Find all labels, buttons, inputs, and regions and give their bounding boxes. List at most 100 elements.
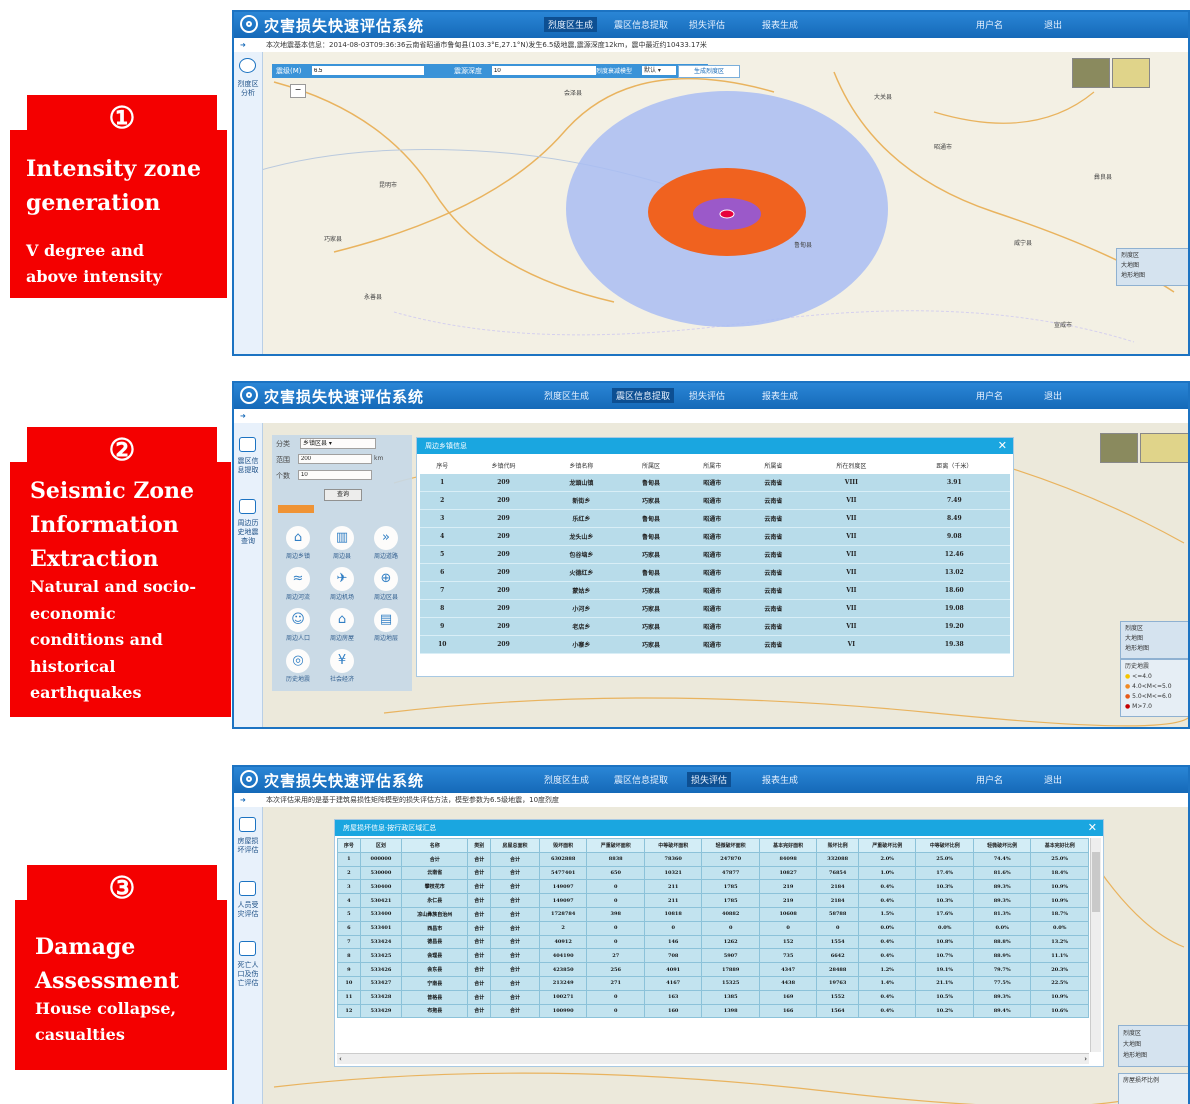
nav-zone-info-2[interactable]: 震区信息提取 (612, 388, 675, 403)
table-row[interactable]: 10 209 小寨乡 巧家县 昭通市 云南省 VI 19.38 (420, 635, 1010, 654)
person-icon[interactable] (239, 881, 256, 896)
damage-row[interactable]: 1 000000 合计 合计 合计 6302888 8838 78360 247870 84098… (337, 851, 1089, 867)
count-input[interactable] (298, 470, 372, 480)
facility-tile[interactable]: ◎ 历史地震 (277, 647, 319, 687)
satellite-thumbnail[interactable] (1072, 58, 1110, 88)
nav-loss-2[interactable]: 损失评估 (689, 389, 725, 402)
vertical-scrollbar[interactable] (1090, 838, 1101, 1052)
legend-item-1[interactable]: 烈度区 (1121, 251, 1187, 261)
history-quake-icon[interactable] (239, 499, 256, 514)
depth-input[interactable] (492, 66, 596, 75)
layer-legend-3: 烈度区 大地图 地形地图 (1118, 1025, 1188, 1067)
legend3-item-1[interactable]: 烈度区 (1123, 1028, 1187, 1039)
table-row[interactable]: 2 209 新街乡 巧家县 昭通市 云南省 VII 7.49 (420, 491, 1010, 510)
nav-report-3[interactable]: 报表生成 (762, 773, 798, 786)
close-icon[interactable]: ✕ (998, 438, 1007, 454)
query-button[interactable]: 查询 (324, 489, 362, 501)
table-row[interactable]: 7 209 蒙姑乡 巧家县 昭通市 云南省 VII 18.60 (420, 581, 1010, 600)
map-thumbnail[interactable] (1112, 58, 1150, 88)
side-label-death[interactable]: 死亡人口及伤亡评估 (236, 961, 260, 988)
legend2-item-3[interactable]: 地形地图 (1125, 644, 1187, 654)
model-select[interactable]: 默认 ▾ (642, 66, 676, 75)
nav-loss[interactable]: 损失评估 (689, 18, 725, 31)
side-label-history[interactable]: 周边历史地震查询 (236, 519, 260, 546)
facility-tile[interactable]: » 周边道路 (365, 524, 407, 564)
damage-row[interactable]: 6 533401 西昌市 合计 合计 2 0 0 0 0 0 0.0% 0.0% 0.0% 0.0% (337, 920, 1089, 936)
facility-tile[interactable]: ⊕ 周边区县 (365, 565, 407, 605)
nav-zone-info[interactable]: 震区信息提取 (614, 18, 668, 31)
intensity-analysis-icon[interactable] (239, 58, 256, 73)
facility-tile[interactable]: ¥ 社会经济 (321, 647, 363, 687)
damage-row[interactable]: 10 533427 宁南县 合计 合计 213249 271 4167 15325 4438 197… (337, 975, 1089, 991)
nav-logout-3[interactable]: 退出 (1044, 773, 1062, 786)
close-icon[interactable]: ✕ (1088, 820, 1097, 836)
table-row[interactable]: 3 209 乐红乡 鲁甸县 昭通市 云南省 VII 8.49 (420, 509, 1010, 528)
legend2-item-1[interactable]: 烈度区 (1125, 624, 1187, 634)
scrollbar-thumb[interactable] (1092, 852, 1100, 912)
house-damage-icon[interactable] (239, 817, 256, 832)
legend3-item-2[interactable]: 大地图 (1123, 1039, 1187, 1050)
table-row[interactable]: 5 209 包谷垴乡 巧家县 昭通市 云南省 VII 12.46 (420, 545, 1010, 564)
side-label-house[interactable]: 房屋损坏评估 (236, 837, 260, 855)
nav-report[interactable]: 报表生成 (762, 18, 798, 31)
nav-logout-2[interactable]: 退出 (1044, 389, 1062, 402)
damage-cell: 13.2% (1030, 934, 1089, 950)
table-row[interactable]: 1 209 龙頭山镇 鲁甸县 昭通市 云南省 VIII 3.91 (420, 474, 1010, 492)
legend3-item-3[interactable]: 地形地图 (1123, 1050, 1187, 1061)
table-row[interactable]: 8 209 小河乡 巧家县 昭通市 云南省 VII 19.08 (420, 599, 1010, 618)
facility-tile[interactable]: ⌂ 周边乡镇 (277, 524, 319, 564)
table-row[interactable]: 6 209 火德红乡 鲁甸县 昭通市 云南省 VII 13.02 (420, 563, 1010, 582)
damage-cell: 1785 (701, 893, 760, 908)
facility-tile[interactable]: ▤ 周边地层 (365, 606, 407, 646)
nav-intensity[interactable]: 烈度区生成 (544, 17, 598, 32)
nav-user-3[interactable]: 用户名 (976, 773, 1003, 786)
side-label-people[interactable]: 人员受灾评估 (236, 901, 260, 919)
table-row[interactable]: 9 209 老店乡 巧家县 昭通市 云南省 VII 19.20 (420, 617, 1010, 636)
legend-item-3[interactable]: 地形地图 (1121, 271, 1187, 281)
generate-button[interactable]: 生成烈度区 (678, 65, 740, 78)
damage-table-scroll[interactable]: 序号 区划 名称 类别 房屋总面积 毁坏面积 严重破坏面积 中等破坏面积 轻微破坏面积 基本完好面… (337, 838, 1089, 1052)
nav-user-2[interactable]: 用户名 (976, 389, 1003, 402)
side-label-intensity[interactable]: 烈度区分析 (236, 80, 260, 98)
damage-row[interactable]: 8 533425 会理县 合计 合计 404190 27 708 5907 735 6642 0.4%… (337, 948, 1089, 964)
table-row[interactable]: 4 209 龙头山乡 鲁甸县 昭通市 云南省 VII 9.08 (420, 527, 1010, 546)
damage-cell: 1262 (701, 934, 760, 950)
magnitude-input[interactable] (312, 66, 424, 75)
facility-tile[interactable]: ≈ 周边河流 (277, 565, 319, 605)
map-thumbnail-2[interactable] (1140, 433, 1188, 463)
map-label-5: 威宁县 (1014, 240, 1033, 247)
damage-row[interactable]: 9 533426 会东县 合计 合计 423850 256 4091 17889 4347 2848… (337, 962, 1089, 977)
horizontal-scrollbar[interactable]: ‹ › (337, 1053, 1089, 1064)
type-select[interactable]: 乡镇区县 ▾ (300, 438, 376, 449)
damage-row[interactable]: 3 530400 攀枝花市 合计 合计 149097 0 211 1785 219 2184 0.4%… (337, 879, 1089, 895)
intensity-zones (566, 91, 888, 327)
facility-tile[interactable]: ✈ 周边机场 (321, 565, 363, 605)
zoom-out-button[interactable]: − (290, 84, 306, 98)
nav-logout[interactable]: 退出 (1044, 18, 1062, 31)
zone-info-icon[interactable] (239, 437, 256, 452)
scroll-left-icon[interactable]: ‹ (339, 1054, 342, 1064)
damage-row[interactable]: 4 530421 永仁县 合计 合计 149097 0 211 1785 219 2184 0.4% 1… (337, 893, 1089, 908)
satellite-thumbnail-2[interactable] (1100, 433, 1138, 463)
legend-item-2[interactable]: 大地图 (1121, 261, 1187, 271)
map-area[interactable]: 昆明市 巧家县 鲁甸县 昭通市 威宁县 会泽县 彝良县 大关县 永善县 宣威市 … (234, 52, 1188, 354)
radius-input[interactable] (298, 454, 372, 464)
casualty-icon[interactable] (239, 941, 256, 956)
nav-intensity-3[interactable]: 烈度区生成 (544, 773, 589, 786)
damage-row[interactable]: 5 533400 凉山彝族自治州 合计 合计 1728784 398 10818 40882 10… (337, 906, 1089, 922)
facility-tile[interactable]: ⌂ 周边房屋 (321, 606, 363, 646)
nav-intensity-2[interactable]: 烈度区生成 (544, 389, 589, 402)
nav-loss-3[interactable]: 损失评估 (687, 772, 732, 787)
facility-tile[interactable]: ▥ 周边县 (321, 524, 363, 564)
damage-row[interactable]: 7 533424 德昌县 合计 合计 40912 0 146 1262 152 1554 0.4% 10… (337, 934, 1089, 950)
legend2-item-2[interactable]: 大地图 (1125, 634, 1187, 644)
nav-zone-info-3[interactable]: 震区信息提取 (614, 773, 668, 786)
side-label-zone-info[interactable]: 震区信息提取 (236, 457, 260, 475)
damage-row[interactable]: 12 533429 布拖县 合计 合计 100990 0 160 1398 166 1564 0.4%… (337, 1003, 1089, 1019)
damage-row[interactable]: 2 530000 云南省 合计 合计 5477401 650 10321 47877 10827 7… (337, 865, 1089, 881)
nav-user[interactable]: 用户名 (976, 18, 1003, 31)
scroll-right-icon[interactable]: › (1084, 1054, 1087, 1064)
damage-row[interactable]: 11 533428 普格县 合计 合计 100271 0 163 1385 169 1552 0.4%… (337, 989, 1089, 1005)
facility-tile[interactable]: ☺ 周边人口 (277, 606, 319, 646)
nav-report-2[interactable]: 报表生成 (762, 389, 798, 402)
